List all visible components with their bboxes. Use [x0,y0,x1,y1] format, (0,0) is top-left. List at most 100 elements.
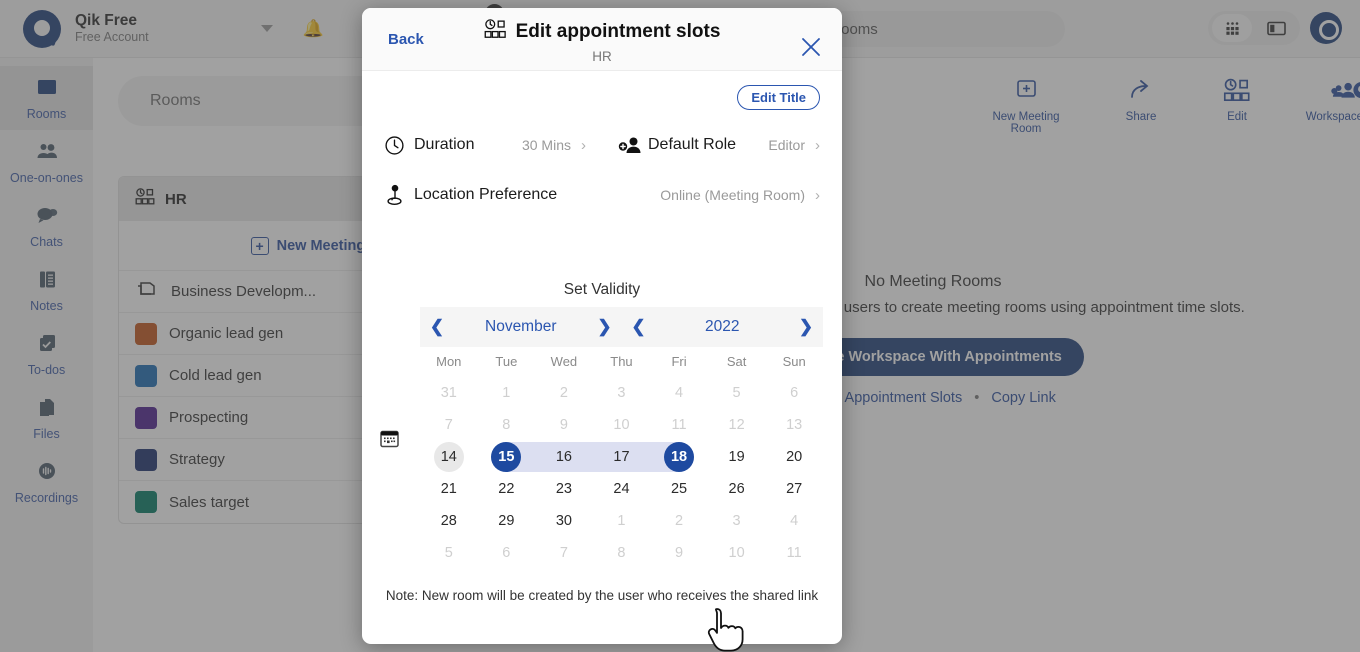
setting-label: Duration [414,136,475,153]
calendar-day: 10 [708,537,766,569]
calendar-day-label: 25 [670,481,688,497]
calendar-day: 3 [708,505,766,537]
close-icon[interactable] [800,36,822,63]
calendar-day: 11 [765,537,823,569]
calendar-day-label: 10 [728,545,745,561]
calendar-day-label: 28 [440,513,457,529]
calendar-day[interactable]: 25 [650,473,708,505]
calendar-day[interactable]: 16 [535,441,593,473]
calendar-day-label: 3 [617,385,626,401]
calendar-week-row: 28 29 30 1 2 3 4 [420,505,823,537]
weekday-label: Thu [610,354,633,369]
calendar-day-label: 2 [559,385,568,401]
calendar-day-label: 12 [728,417,745,433]
chevron-right-icon: › [581,136,586,154]
next-month-button[interactable]: ❯ [588,317,622,337]
calendar-day[interactable]: 19 [708,441,766,473]
setting-label: Default Role [648,136,737,153]
calendar-day[interactable]: 28 [420,505,478,537]
calendar-day-label: 8 [502,417,511,433]
calendar-day[interactable]: 18 [650,441,708,473]
calendar-day[interactable]: 14 [420,441,478,473]
calendar-day[interactable]: 27 [765,473,823,505]
setting-label: Location Preference [414,186,558,203]
calendar-day[interactable]: 26 [708,473,766,505]
calendar-day[interactable]: 15 [478,441,536,473]
set-validity-heading: Set Validity [563,281,641,298]
weekday-label: Tue [495,354,518,369]
setting-value: 30 Mins [521,137,571,153]
calendar-day: 13 [765,409,823,441]
calendar-day: 6 [765,377,823,409]
calendar-day-label: 14 [433,442,464,472]
calendar-day[interactable]: 24 [593,473,651,505]
calendar-day-label: 18 [664,442,695,472]
calendar-day-label: 7 [559,545,568,561]
calendar-day-label: 6 [502,545,511,561]
calendar-day: 12 [708,409,766,441]
calendar-day-label: 26 [728,481,745,497]
calendar-day-label: 4 [674,385,684,401]
weekday-label: Mon [436,354,462,369]
dialog-title-line: Edit appointment slots [362,18,842,46]
calendar-day-label: 27 [786,481,803,497]
weekday-label: Sun [782,354,806,369]
calendar-day-label: 31 [440,385,457,401]
calendar-day[interactable]: 21 [420,473,478,505]
calendar-day[interactable]: 20 [765,441,823,473]
calendar-day: 3 [593,377,651,409]
back-button[interactable]: Back [388,31,424,48]
prev-month-button[interactable]: ❮ [420,317,454,337]
calendar: ❮ November ❯ ❮ 2022 ❯ Mon Tue Wed Thu Fr… [420,307,823,569]
location-preference-setting[interactable]: Location Preference Online (Meeting Room… [384,184,820,206]
calendar-day-label: 10 [613,417,630,433]
calendar-day[interactable]: 29 [478,505,536,537]
calendar-day-label: 17 [613,449,630,465]
preferences-grid: Duration 30 Mins › Default Role Editor ›… [384,120,820,220]
page-title: Edit appointment slots [515,21,721,42]
calendar-day: 2 [535,377,593,409]
duration-setting[interactable]: Duration 30 Mins › [384,135,586,156]
calendar-day[interactable]: 22 [478,473,536,505]
calendar-day[interactable]: 30 [535,505,593,537]
default-role-setting[interactable]: Default Role Editor › [618,135,820,156]
calendar-day[interactable]: 17 [593,441,651,473]
calendar-day-label: 22 [498,481,515,497]
dialog-body: Edit Title Duration 30 Mins › Default Ro… [362,71,842,644]
calendar-day-label: 30 [555,513,572,529]
edit-title-button[interactable]: Edit Title [737,85,820,110]
calendar-day-label: 13 [786,417,803,433]
calendar-weekday-row: Mon Tue Wed Thu Fri Sat Sun [420,347,823,377]
calendar-day[interactable]: 23 [535,473,593,505]
calendar-day: 31 [420,377,478,409]
calendar-day: 8 [593,537,651,569]
calendar-day: 10 [593,409,651,441]
preferences-row-1: Duration 30 Mins › Default Role Editor › [384,120,820,170]
calendar-week-row: 5 6 7 8 9 10 11 [420,537,823,569]
calendar-day-label: 5 [732,385,741,401]
prev-year-button[interactable]: ❮ [622,317,656,337]
calendar-day-label: 29 [498,513,515,529]
calendar-day: 5 [420,537,478,569]
dialog-title-block: Edit appointment slots HR [362,15,842,64]
calendar-day-label: 3 [732,513,741,529]
calendar-day-label: 1 [502,385,511,401]
calendar-day: 5 [708,377,766,409]
calendar-day: 4 [650,377,708,409]
clock-icon [384,135,414,156]
screen-root: Qik Free Free Account 🔔 0 Workspaces / M… [0,0,1360,652]
preferences-row-2: Location Preference Online (Meeting Room… [384,170,820,220]
calendar-week-row: 21 22 23 24 25 26 27 [420,473,823,505]
location-pin-icon [384,184,414,206]
calendar-day: 7 [420,409,478,441]
calendar-day-label: 6 [790,385,799,401]
calendar-day: 1 [593,505,651,537]
dialog-note: Note: New room will be created by the us… [385,588,819,603]
calendar-day: 4 [765,505,823,537]
calendar-day: 6 [478,537,536,569]
calendar-day-label: 9 [674,545,684,561]
weekday-label: Fri [671,354,687,369]
calendar-day: 1 [478,377,536,409]
calendar-weeks: 31 1 2 3 4 5 6 7 8 9 10 11 12 13 14 15 16 17 18 19 20 21 22 23 2… [420,377,823,569]
next-year-button[interactable]: ❯ [789,317,823,337]
